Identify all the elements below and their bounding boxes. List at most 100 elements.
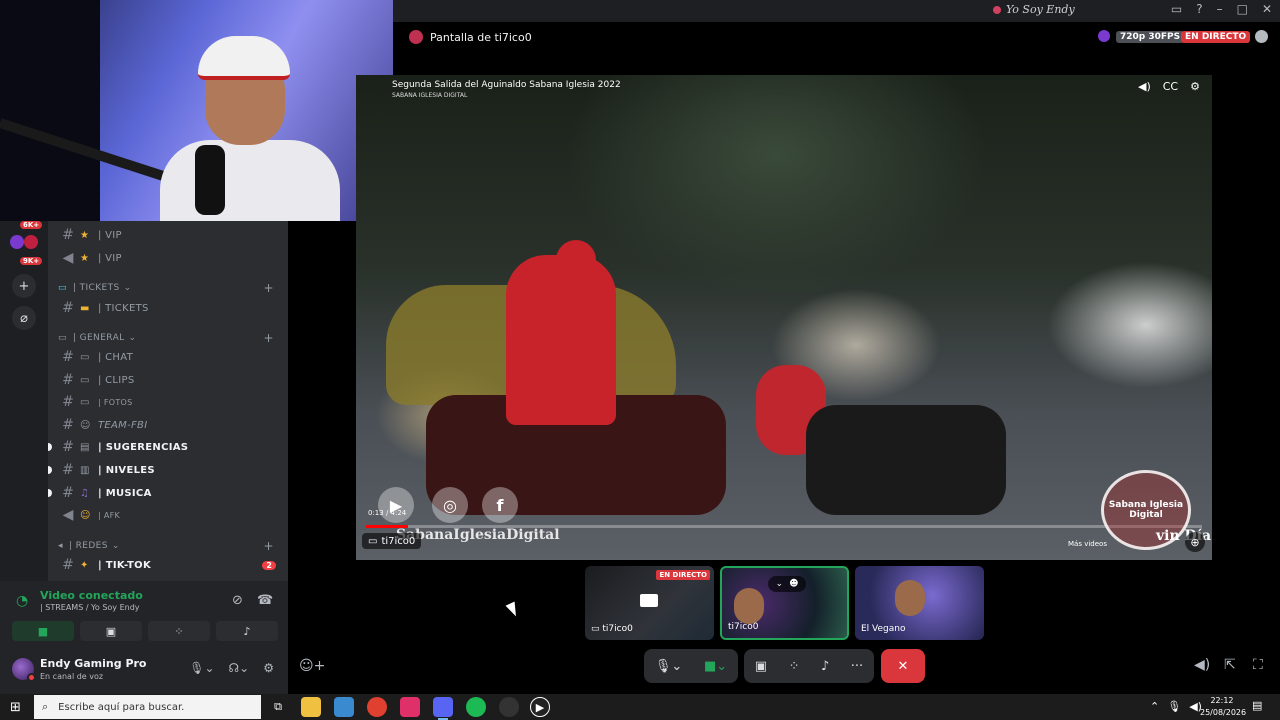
channel-afk[interactable]: ◀ ☺ | AFK	[58, 505, 278, 525]
chrome-icon[interactable]	[367, 697, 387, 717]
category-redes[interactable]: ◂ | REDES ⌄ +	[58, 538, 278, 554]
camera-button[interactable]: ■	[12, 621, 74, 641]
explore-icon[interactable]: ⌀	[12, 306, 36, 330]
add-channel-icon[interactable]: +	[264, 331, 274, 345]
settings-icon[interactable]: ⚙	[1190, 80, 1200, 93]
close-button[interactable]: ✕	[1262, 2, 1272, 16]
participant-tile[interactable]: ⌄ ☻ ti7ico0	[720, 566, 849, 640]
channel-fotos[interactable]: # ▭ | FOTOS	[58, 392, 278, 412]
category-tickets[interactable]: ▭ | TICKETS ⌄ +	[58, 280, 278, 296]
inbox-icon[interactable]: ▭	[1171, 2, 1182, 16]
task-view-icon[interactable]: ⧉	[268, 697, 288, 717]
video-top-controls: ◀) CC ⚙	[1138, 80, 1200, 93]
volume-icon[interactable]: ◀)	[1194, 657, 1210, 673]
instagram-icon[interactable]: ◎	[432, 487, 468, 523]
add-user-icon[interactable]: ☺+	[299, 658, 325, 674]
shared-screen-video[interactable]: Segunda Salida del Aguinaldo Sabana Igle…	[356, 75, 1212, 560]
streaming-app-icon[interactable]	[400, 697, 420, 717]
discord-icon[interactable]	[433, 697, 453, 720]
disconnect-button[interactable]: ✕	[881, 649, 925, 683]
channel-name: | CHAT	[98, 351, 134, 363]
more-options-button[interactable]: ···	[851, 659, 863, 674]
stream-title: Pantalla de ti7ico0	[430, 31, 532, 44]
tile-menu-button[interactable]: ⌄ ☻	[768, 576, 806, 592]
category-emoji: ▭	[58, 333, 67, 343]
add-server-icon[interactable]: +	[12, 274, 36, 298]
channel-emoji: ▭	[80, 351, 90, 363]
chevron-down-icon: ⌄	[123, 283, 132, 293]
more-videos-label[interactable]: Más videos	[1068, 540, 1107, 548]
share-screen-button[interactable]: ▣	[80, 621, 142, 641]
taskbar-search[interactable]: ⌕ Escribe aquí para buscar.	[34, 695, 261, 719]
add-channel-icon[interactable]: +	[264, 539, 274, 553]
window-title: Yo Soy Endy	[993, 3, 1075, 16]
channel-tickets[interactable]: # ▬ | TICKETS	[58, 298, 278, 318]
help-icon[interactable]: ?	[1196, 2, 1202, 16]
microphone-icon[interactable]: 🎙︎	[1167, 700, 1181, 713]
discord-app: Yo Soy Endy ▭ ? – □ ✕ 6K+ 9K+ + ⌀ # ★ | …	[0, 0, 1280, 694]
participant-tile[interactable]: El Vegano	[855, 566, 984, 640]
channel-clips[interactable]: # ▭ | CLIPS	[58, 370, 278, 390]
soundboard-button[interactable]: ♪	[216, 621, 278, 641]
youtube-icon[interactable]: ▶	[378, 487, 414, 523]
noise-suppression-icon[interactable]: ⊘	[232, 593, 243, 608]
category-general[interactable]: ▭ | GENERAL ⌄ +	[58, 330, 278, 346]
channel-name: | SUGERENCIAS	[98, 441, 189, 453]
username[interactable]: Endy Gaming Pro	[40, 657, 146, 670]
unread-indicator	[48, 466, 52, 474]
channel-vip-voice[interactable]: ◀ ★ | VIP	[58, 248, 278, 268]
spotify-icon[interactable]	[466, 697, 486, 717]
add-channel-icon[interactable]: +	[264, 281, 274, 295]
channel-name: TEAM-FBI	[98, 419, 148, 431]
taskbar-clock[interactable]: 22:12 25/08/2026	[1200, 695, 1246, 719]
pop-out-icon[interactable]: ⇱	[1224, 657, 1236, 673]
channel-team-fbi[interactable]: # ☺ TEAM-FBI	[58, 415, 278, 435]
windows-start-icon[interactable]: ⊞	[10, 700, 21, 715]
media-player-icon[interactable]: ▶	[530, 697, 550, 717]
notifications-icon[interactable]: ▤	[1252, 699, 1262, 712]
server-icon[interactable]	[24, 235, 38, 249]
channel-name: | VIP	[98, 252, 122, 264]
store-icon[interactable]	[334, 697, 354, 717]
screen-share-button[interactable]: ▣	[755, 659, 767, 674]
captions-icon[interactable]: CC	[1163, 80, 1178, 93]
channel-sugerencias[interactable]: # ▤ | SUGERENCIAS	[48, 437, 278, 457]
gear-icon[interactable]: ⚙	[263, 661, 274, 675]
soundboard-button[interactable]: ♪	[821, 659, 829, 674]
file-explorer-icon[interactable]	[301, 697, 321, 717]
chat-icon[interactable]	[1255, 30, 1268, 43]
server-icon[interactable]	[10, 235, 24, 249]
activities-button[interactable]: ⁘	[789, 659, 800, 674]
chevron-up-icon[interactable]: ⌃	[1150, 700, 1159, 713]
avatar[interactable]	[12, 658, 36, 682]
minimize-button[interactable]: –	[1217, 2, 1223, 16]
server-badge: 6K+	[20, 221, 43, 229]
connection-signal-icon[interactable]: ◔	[16, 593, 28, 609]
facebook-icon[interactable]: f	[482, 487, 518, 523]
microphone-icon[interactable]: 🎙︎⌄	[189, 661, 214, 675]
camera-button[interactable]: ■⌄	[704, 659, 727, 674]
channel-chat[interactable]: # ▭ | CHAT	[58, 347, 278, 367]
disconnect-icon[interactable]: ☎	[257, 593, 273, 608]
channel-vip-text[interactable]: # ★ | VIP	[58, 225, 278, 245]
streamer-avatar	[1098, 30, 1110, 42]
fullscreen-icon[interactable]: ⛶	[1253, 657, 1263, 673]
channel-tik-tok[interactable]: # ✦ | TIK-TOK 2	[58, 555, 278, 575]
channel-emoji: ★	[80, 252, 89, 264]
obs-icon[interactable]	[499, 697, 519, 717]
activities-button[interactable]: ⁘	[148, 621, 210, 641]
chevron-down-icon: ⌄	[128, 333, 137, 343]
channel-niveles[interactable]: # ▥ | NIVELES	[48, 460, 278, 480]
microphone-button[interactable]: 🎙︎⌄	[655, 659, 682, 674]
participant-tile[interactable]: EN DIRECTO ▭ ti7ico0	[585, 566, 714, 640]
channel-musica[interactable]: # ♫ | MUSICA	[48, 483, 278, 503]
zoom-icon[interactable]: ⊕	[1185, 532, 1205, 552]
stream-name-tag: ▭ ti7ico0	[362, 533, 422, 549]
voice-status: Video conectado	[40, 589, 143, 602]
chevron-down-icon: ⌄	[111, 541, 120, 551]
voice-channel-name[interactable]: | STREAMS / Yo Soy Endy	[40, 603, 140, 612]
maximize-button[interactable]: □	[1237, 2, 1248, 16]
volume-icon[interactable]: ◀)	[1138, 80, 1151, 93]
headphones-icon[interactable]: ☊⌄	[229, 661, 250, 675]
hangup-icon: ✕	[897, 658, 909, 674]
